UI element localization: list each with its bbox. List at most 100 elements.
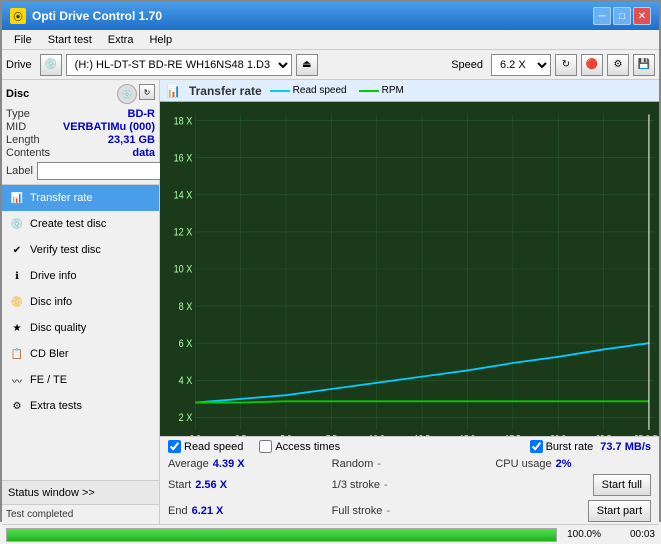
svg-text:2.5: 2.5 (235, 433, 246, 436)
legend-read-speed-color (270, 90, 290, 92)
extra-tests-icon: ⚙ (10, 399, 24, 413)
start-full-button[interactable]: Start full (593, 474, 651, 496)
disc-label-input[interactable] (37, 162, 171, 180)
mid-value: VERBATIMu (000) (63, 121, 155, 133)
stats-row-1: Average 4.39 X Random - CPU usage 2% (160, 456, 659, 472)
nav-item-label: Drive info (30, 270, 76, 282)
minimize-button[interactable]: ─ (593, 7, 611, 25)
create-test-disc-icon: 💿 (10, 217, 24, 231)
nav-item-label: Extra tests (30, 400, 82, 412)
progress-section: Test completed (2, 504, 159, 524)
contents-label: Contents (6, 147, 50, 159)
read-speed-checkbox-item[interactable]: Read speed (168, 440, 243, 453)
nav-item-verify-test-disc[interactable]: ✔ Verify test disc (2, 237, 159, 263)
fullstroke-value: - (386, 505, 390, 517)
onethird-label: 1/3 stroke (332, 479, 380, 491)
nav-item-label: Disc info (30, 296, 72, 308)
stats-row-3: End 6.21 X Full stroke - Start part (160, 498, 659, 524)
close-button[interactable]: ✕ (633, 7, 651, 25)
access-times-checkbox[interactable] (259, 440, 272, 453)
svg-text:10 X: 10 X (174, 264, 193, 276)
nav-item-disc-quality[interactable]: ★ Disc quality (2, 315, 159, 341)
speed-select[interactable]: 6.2 X (491, 54, 551, 76)
burst-rate-checkbox[interactable] (530, 440, 543, 453)
drive-select[interactable]: (H:) HL-DT-ST BD-RE WH16NS48 1.D3 (66, 54, 292, 76)
drive-info-icon: ℹ (10, 269, 24, 283)
disc-header-label: Disc (6, 88, 29, 100)
verify-test-disc-icon: ✔ (10, 243, 24, 257)
menu-start-test[interactable]: Start test (40, 32, 100, 48)
stats-row-2: Start 2.56 X 1/3 stroke - Start full (160, 472, 659, 498)
nav-item-label: CD Bler (30, 348, 69, 360)
maximize-button[interactable]: □ (613, 7, 631, 25)
start-value: 2.56 X (195, 479, 235, 491)
read-speed-checkbox[interactable] (168, 440, 181, 453)
nav-item-disc-info[interactable]: 📀 Disc info (2, 289, 159, 315)
main-area: Disc 💿 ↻ Type BD-R MID VERBATIMu (000) L… (2, 80, 659, 524)
svg-text:12 X: 12 X (174, 227, 193, 239)
checkboxes-row: Read speed Access times Burst rate 73.7 … (160, 437, 659, 456)
settings-button2[interactable]: ⚙ (607, 54, 629, 76)
refresh-button[interactable]: ↻ (555, 54, 577, 76)
burst-rate-checkbox-item[interactable]: Burst rate 73.7 MB/s (530, 440, 651, 453)
svg-text:7.5: 7.5 (326, 433, 337, 436)
svg-text:20.0: 20.0 (550, 433, 566, 436)
nav-item-label: FE / TE (30, 374, 67, 386)
svg-text:5.0: 5.0 (280, 433, 291, 436)
legend-read-speed: Read speed (270, 85, 347, 96)
menu-file[interactable]: File (6, 32, 40, 48)
disc-refresh-btn[interactable]: ↻ (139, 84, 155, 100)
average-value: 4.39 X (213, 458, 253, 470)
nav-item-create-test-disc[interactable]: 💿 Create test disc (2, 211, 159, 237)
nav-item-transfer-rate[interactable]: 📊 Transfer rate (2, 185, 159, 211)
nav-item-label: Verify test disc (30, 244, 101, 256)
start-part-button[interactable]: Start part (588, 500, 651, 522)
content-area: 📊 Transfer rate Read speed RPM (160, 80, 659, 524)
nav-item-fe-te[interactable]: 〰 FE / TE (2, 367, 159, 393)
chart-svg: 18 X 16 X 14 X 12 X 10 X 8 X 6 X 4 X 2 X… (160, 102, 659, 436)
type-label: Type (6, 108, 30, 120)
cpu-label: CPU usage (495, 458, 551, 470)
chart-header: 📊 Transfer rate Read speed RPM (160, 80, 659, 102)
nav-item-label: Disc quality (30, 322, 86, 334)
drive-label: Drive (6, 59, 32, 71)
app-icon: ⦿ (10, 8, 26, 24)
nav-item-label: Transfer rate (30, 192, 93, 204)
svg-text:2 X: 2 X (179, 412, 193, 424)
access-times-checkbox-item[interactable]: Access times (259, 440, 340, 453)
menu-bar: File Start test Extra Help (2, 30, 659, 50)
length-label: Length (6, 134, 40, 146)
menu-extra[interactable]: Extra (100, 32, 142, 48)
status-window-button[interactable]: Status window >> (2, 480, 159, 504)
nav-item-extra-tests[interactable]: ⚙ Extra tests (2, 393, 159, 419)
transfer-rate-icon: 📊 (10, 191, 24, 205)
svg-text:6 X: 6 X (179, 338, 193, 350)
status-time: 00:03 (605, 529, 655, 540)
save-button[interactable]: 💾 (633, 54, 655, 76)
chart-title: Transfer rate (189, 84, 262, 98)
menu-help[interactable]: Help (141, 32, 180, 48)
svg-text:15.0: 15.0 (460, 433, 476, 436)
status-bar: 100.0% 00:03 (2, 524, 659, 544)
eject-button[interactable]: ⏏ (296, 54, 318, 76)
nav-item-label: Create test disc (30, 218, 106, 230)
disc-icon: 💿 (117, 84, 137, 104)
onethird-value: - (384, 479, 388, 491)
progress-percent: 100.0% (561, 529, 601, 540)
svg-text:17.5: 17.5 (505, 433, 521, 436)
svg-text:14 X: 14 X (174, 190, 193, 202)
toolbar: Drive 💿 (H:) HL-DT-ST BD-RE WH16NS48 1.D… (2, 50, 659, 80)
svg-text:0.0: 0.0 (190, 433, 201, 436)
nav-item-drive-info[interactable]: ℹ Drive info (2, 263, 159, 289)
settings-button1[interactable]: 🔴 (581, 54, 603, 76)
nav-item-cd-bler[interactable]: 📋 CD Bler (2, 341, 159, 367)
chart-area: 18 X 16 X 14 X 12 X 10 X 8 X 6 X 4 X 2 X… (160, 102, 659, 436)
speed-label: Speed (451, 59, 483, 71)
completed-text: Test completed (6, 509, 73, 520)
legend-rpm: RPM (359, 85, 404, 96)
end-value: 6.21 X (192, 505, 232, 517)
type-value: BD-R (128, 108, 156, 120)
svg-text:10.0: 10.0 (369, 433, 385, 436)
mid-label: MID (6, 121, 26, 133)
fullstroke-label: Full stroke (332, 505, 383, 517)
